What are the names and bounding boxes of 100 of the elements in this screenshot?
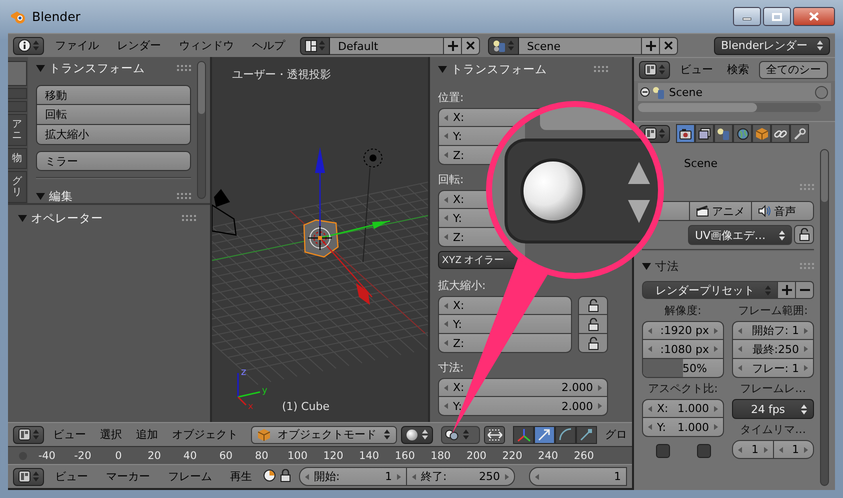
properties-tab[interactable] [695, 124, 714, 143]
panel-title[interactable]: トランスフォーム [49, 60, 173, 76]
display-mode-dropdown[interactable]: UV画像エデ… [688, 225, 792, 245]
properties-tab[interactable] [771, 124, 790, 143]
scrollbar[interactable] [197, 61, 206, 199]
editor-type-button[interactable] [13, 426, 44, 444]
menu-item[interactable]: ヘルプ [245, 36, 292, 54]
number-field[interactable]: 開始フ: 1 [732, 321, 814, 340]
menu-item[interactable]: 再生 [223, 468, 259, 486]
add-button[interactable] [642, 36, 660, 54]
scrollbar[interactable] [820, 149, 829, 486]
tool-shelf-tab[interactable]: グリ [8, 170, 27, 203]
menu-item[interactable]: 検索 [723, 60, 753, 78]
lock-toggle[interactable] [280, 468, 291, 484]
add-button[interactable] [444, 36, 462, 54]
number-field[interactable]: :1920 px [642, 321, 724, 340]
manipulator-toggle[interactable] [484, 426, 505, 444]
open-lock-icon[interactable] [588, 318, 598, 330]
tool-button[interactable]: ミラー [36, 151, 191, 171]
manipulator-mode-button[interactable] [576, 426, 597, 444]
properties-tab[interactable] [714, 124, 733, 143]
menu-item[interactable]: マーカー [99, 468, 157, 486]
display-mode-dropdown[interactable]: 全てのシー [759, 60, 828, 78]
editor-type-button[interactable] [13, 468, 44, 486]
number-field[interactable]: X: 1.000 [642, 399, 724, 418]
expand-triangle-icon[interactable] [642, 262, 651, 270]
lock-toggle[interactable] [578, 334, 608, 353]
number-field[interactable]: Y: 2.000 [438, 397, 608, 416]
tool-button[interactable]: 回転 [36, 105, 191, 125]
number-field[interactable]: Y: 1.000 [642, 418, 724, 437]
properties-tab[interactable] [790, 124, 809, 143]
render-preset-dropdown[interactable]: レンダープリセット [642, 281, 778, 299]
tool-button[interactable]: 拡大縮小 [36, 125, 191, 145]
preview-range-toggle[interactable] [263, 468, 276, 484]
drag-handle-icon[interactable] [177, 193, 191, 199]
visibility-toggle[interactable] [815, 86, 828, 98]
tool-shelf-tab[interactable]: 物 [8, 148, 27, 169]
menu-item[interactable]: レンダー [110, 36, 168, 54]
transform-orientation-dropdown[interactable]: グロ [605, 427, 627, 442]
checkbox[interactable] [656, 444, 670, 458]
timeline-ruler[interactable]: -40 -20 0 20 40 60 80 100 120 140 160 180 200 220 240 260 [8, 446, 632, 464]
number-field[interactable]: 1 [732, 440, 774, 459]
menu-item[interactable]: ビュー [676, 60, 717, 78]
menu-item[interactable]: フレーム [161, 468, 219, 486]
number-field[interactable]: 最終:250 [732, 340, 814, 359]
number-field[interactable]: X: 2.000 [438, 378, 608, 397]
tool-shelf-tab[interactable]: アニ [8, 114, 27, 146]
expand-triangle-icon[interactable] [36, 64, 45, 72]
outliner-row[interactable]: Scene [638, 83, 831, 101]
interaction-mode-dropdown[interactable]: オブジェクトモード [251, 426, 397, 444]
menu-item[interactable]: ウィンドウ [172, 36, 241, 54]
drag-handle-icon[interactable] [800, 263, 814, 269]
add-button[interactable] [778, 281, 796, 299]
panel-title[interactable]: 寸法 [655, 258, 796, 274]
resolution-percentage-slider[interactable]: 50% [642, 359, 724, 378]
collapse-icon[interactable] [640, 87, 650, 97]
expand-triangle-icon[interactable] [36, 192, 45, 200]
remove-button[interactable] [660, 36, 678, 54]
expand-triangle-icon[interactable] [18, 214, 27, 222]
drag-handle-icon[interactable] [182, 215, 196, 221]
lock-toggle[interactable] [578, 315, 608, 334]
close-button[interactable] [793, 7, 835, 26]
remove-button[interactable] [462, 36, 480, 54]
properties-tab[interactable] [752, 124, 771, 143]
editor-type-button[interactable] [13, 36, 44, 54]
number-field[interactable]: 1 [774, 440, 814, 459]
manipulator-axes-button[interactable] [513, 426, 534, 444]
screen-layout-name-field[interactable]: Default [330, 36, 444, 54]
drag-handle-icon[interactable] [800, 184, 814, 190]
properties-tab[interactable] [676, 124, 695, 143]
frame-rate-dropdown[interactable]: 24 fps [732, 399, 814, 419]
minimize-button[interactable] [733, 7, 761, 26]
manipulator-mode-button[interactable] [555, 426, 576, 444]
menu-item[interactable]: 選択 [95, 426, 127, 444]
checkbox[interactable] [696, 444, 710, 458]
number-field[interactable]: :1080 px [642, 340, 724, 359]
properties-tab[interactable] [733, 124, 752, 143]
end-frame-field[interactable]: 終了: 250 [407, 467, 515, 486]
lock-toggle[interactable] [794, 225, 814, 244]
menu-item[interactable]: ファイル [48, 36, 106, 54]
menu-item[interactable]: ビュー [48, 468, 95, 486]
panel-title[interactable]: オペレーター [31, 210, 178, 226]
editor-type-button[interactable] [639, 60, 670, 78]
open-lock-icon[interactable] [588, 336, 598, 350]
remove-button[interactable] [796, 281, 814, 299]
render-engine-dropdown[interactable]: Blenderレンダー [714, 36, 830, 54]
scene-selector[interactable] [488, 36, 519, 54]
render-button[interactable]: アニメ [690, 201, 752, 221]
menu-item[interactable]: オブジェクト [167, 426, 243, 444]
panel-title[interactable]: トランスフォーム [451, 62, 590, 76]
render-button[interactable]: 音声 [752, 201, 814, 221]
3d-viewport[interactable]: ユーザー・透視投影 z y x (1) Cube [212, 57, 430, 422]
drag-handle-icon[interactable] [177, 65, 191, 71]
maximize-button[interactable] [763, 7, 791, 26]
tool-button[interactable]: 移動 [36, 85, 191, 105]
open-lock-icon[interactable] [798, 228, 810, 241]
viewport-shading-dropdown[interactable] [401, 426, 433, 444]
number-field[interactable]: フレー: 1 [732, 359, 814, 378]
current-frame-field[interactable]: 1 [529, 467, 627, 486]
lock-toggle[interactable] [578, 296, 608, 315]
